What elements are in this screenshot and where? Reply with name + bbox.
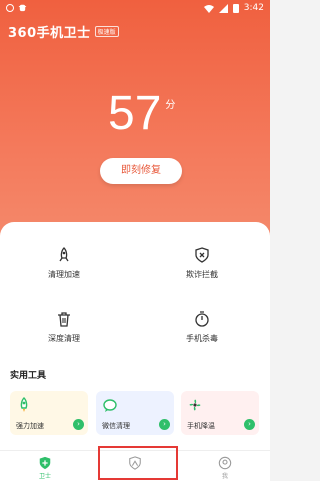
nav-item-me[interactable]: 我 [195, 455, 255, 480]
status-time: 3:42 [243, 3, 264, 13]
highlight-box [98, 446, 178, 480]
hero-banner: 3:42 360手机卫士 极速版 57 分 即刻修复 [0, 0, 270, 250]
tool-label: 清理加速 [48, 270, 80, 279]
fan-icon [187, 397, 203, 413]
tool-antivirus[interactable]: 手机杀毒 [142, 311, 262, 344]
avatar-icon [218, 455, 232, 470]
tool-clean-boost[interactable]: 清理加速 [4, 247, 124, 280]
section-title: 实用工具 [10, 371, 47, 381]
nav-label: 我 [221, 473, 228, 480]
rocket-green-icon [16, 397, 32, 413]
utility-label: 强力加速 [16, 422, 44, 430]
battery-icon [232, 3, 239, 13]
tool-fraud-block[interactable]: 欺诈拦截 [142, 247, 262, 280]
nav-label: 卫士 [38, 473, 51, 480]
bug-icon [18, 4, 27, 12]
chevron-right-icon: › [159, 419, 170, 430]
score-unit: 分 [165, 100, 176, 111]
shield-x-icon [194, 247, 210, 263]
signal-icon [218, 3, 228, 13]
fix-now-button[interactable]: 即刻修复 [100, 158, 182, 184]
score-value: 57 [108, 87, 162, 140]
utility-power-boost[interactable]: 强力加速 › [10, 391, 88, 435]
notification-icon [6, 3, 14, 12]
scan-icon [194, 311, 210, 327]
app-brand: 360手机卫士 极速版 [8, 22, 119, 41]
health-score: 57 分 [108, 90, 175, 138]
tool-label: 深度清理 [48, 334, 80, 343]
tool-label: 欺诈拦截 [186, 270, 218, 279]
utility-wechat-clean[interactable]: 微信清理 › [96, 391, 174, 435]
tool-label: 手机杀毒 [186, 334, 218, 343]
status-bar: 3:42 [0, 0, 270, 16]
wifi-icon [203, 4, 214, 13]
guard-icon [38, 455, 52, 470]
tool-deep-clean[interactable]: 深度清理 [4, 311, 124, 344]
edition-tag: 极速版 [94, 26, 119, 37]
app-name: 360手机卫士 [8, 26, 91, 41]
chevron-right-icon: › [244, 419, 255, 430]
rocket-icon [56, 247, 72, 263]
chevron-right-icon: › [73, 419, 84, 430]
utility-label: 微信清理 [102, 422, 130, 430]
wechat-bubble-icon [102, 397, 118, 413]
utility-label: 手机降温 [187, 422, 215, 430]
utility-phone-cool[interactable]: 手机降温 › [181, 391, 259, 435]
trash-icon [56, 311, 72, 327]
nav-item-guard[interactable]: 卫士 [15, 455, 75, 480]
